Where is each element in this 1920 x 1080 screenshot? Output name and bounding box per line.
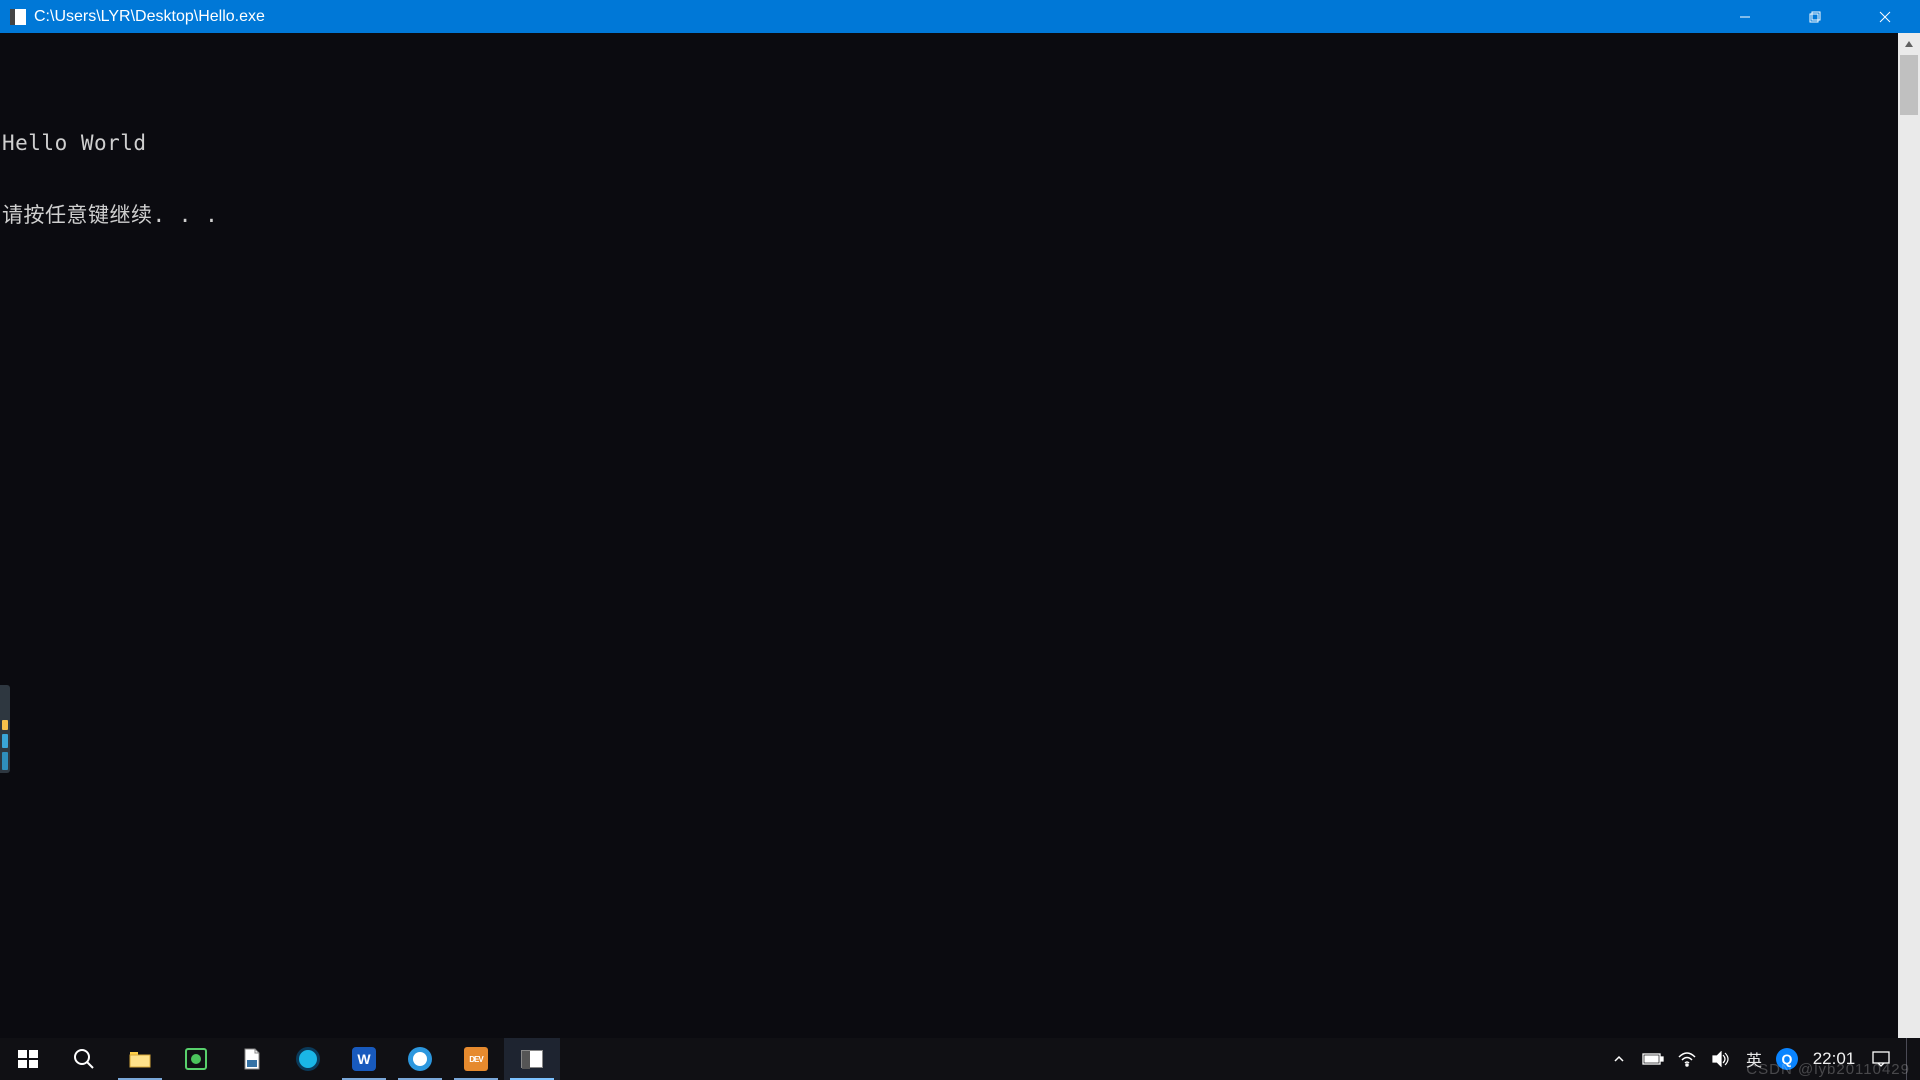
taskbar-item-python-file[interactable] xyxy=(224,1038,280,1080)
system-tray[interactable]: 英 Q 22:01 xyxy=(1606,1038,1920,1080)
show-desktop-button[interactable] xyxy=(1906,1038,1914,1080)
taskbar-item-pycharm[interactable] xyxy=(168,1038,224,1080)
action-center-icon[interactable] xyxy=(1868,1038,1894,1080)
scroll-up-button[interactable] xyxy=(1898,33,1920,55)
scroll-thumb[interactable] xyxy=(1900,55,1918,115)
volume-icon[interactable] xyxy=(1708,1038,1734,1080)
console-line: 请按任意键继续. . . xyxy=(2,203,1920,227)
wifi-icon[interactable] xyxy=(1674,1038,1700,1080)
window-title: C:\Users\LYR\Desktop\Hello.exe xyxy=(34,8,265,26)
word-icon: W xyxy=(350,1045,378,1073)
gizmo-bar-icon xyxy=(2,734,8,748)
close-button[interactable] xyxy=(1850,0,1920,33)
minimize-button[interactable] xyxy=(1710,0,1780,33)
taskbar-left: W DEV xyxy=(0,1038,560,1080)
taskbar-item-browser-o[interactable] xyxy=(392,1038,448,1080)
maximize-button[interactable] xyxy=(1780,0,1850,33)
taskbar-item-console[interactable] xyxy=(504,1038,560,1080)
taskbar-item-word[interactable]: W xyxy=(336,1038,392,1080)
ime-indicator[interactable]: 英 xyxy=(1742,1047,1766,1071)
folder-icon xyxy=(126,1045,154,1073)
search-button[interactable] xyxy=(56,1038,112,1080)
tray-overflow-button[interactable] xyxy=(1606,1038,1632,1080)
taskbar-item-devcpp[interactable]: DEV xyxy=(448,1038,504,1080)
console-area[interactable]: Hello World 请按任意键继续. . . xyxy=(0,33,1920,1080)
taskbar[interactable]: W DEV xyxy=(0,1038,1920,1080)
devcpp-icon: DEV xyxy=(462,1045,490,1073)
browser-icon xyxy=(294,1045,322,1073)
gizmo-bar-icon xyxy=(2,752,8,770)
browser-icon xyxy=(406,1045,434,1073)
quick-assist-icon[interactable]: Q xyxy=(1774,1038,1800,1080)
console-output: Hello World 请按任意键继续. . . xyxy=(0,81,1920,275)
taskbar-item-file-explorer[interactable] xyxy=(112,1038,168,1080)
console-app-icon xyxy=(10,9,26,25)
start-button[interactable] xyxy=(0,1038,56,1080)
console-icon xyxy=(518,1045,546,1073)
battery-icon[interactable] xyxy=(1640,1038,1666,1080)
vertical-scrollbar[interactable] xyxy=(1898,33,1920,1080)
left-dock-widget[interactable] xyxy=(0,685,10,773)
taskbar-clock[interactable]: 22:01 xyxy=(1808,1049,1860,1069)
console-line: Hello World xyxy=(2,131,1920,155)
windows-start-icon xyxy=(14,1045,42,1073)
window-titlebar[interactable]: C:\Users\LYR\Desktop\Hello.exe xyxy=(0,0,1920,33)
pycharm-icon xyxy=(182,1045,210,1073)
gizmo-bar-icon xyxy=(2,720,8,730)
python-file-icon xyxy=(238,1045,266,1073)
taskbar-item-browser-q[interactable] xyxy=(280,1038,336,1080)
taskbar-spacer xyxy=(560,1038,1606,1080)
search-icon xyxy=(70,1045,98,1073)
